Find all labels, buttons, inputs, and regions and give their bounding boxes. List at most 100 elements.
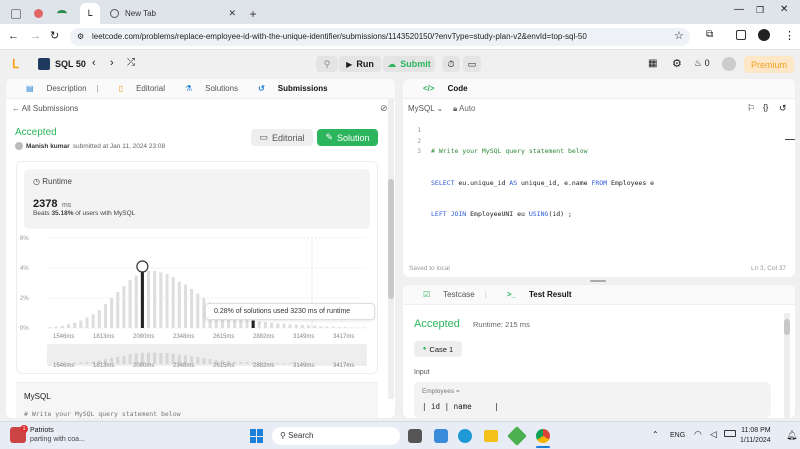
menu-kebab-icon[interactable]: ⋮ <box>784 29 795 42</box>
edge-icon[interactable] <box>458 429 472 443</box>
layout-grid-icon[interactable]: ▦ <box>648 58 657 69</box>
result-panel-tabs: ☑ Testcase | >_ Test Result <box>403 285 795 305</box>
tab-submissions[interactable]: ↺ Submissions <box>248 84 328 93</box>
restore-icon[interactable]: ❐ <box>756 5 764 16</box>
extensions-icon[interactable]: ⧉ <box>706 29 713 40</box>
prev-problem-icon[interactable]: ‹ <box>92 57 96 69</box>
tab-new-tab[interactable]: New Tab ✕ <box>102 3 242 24</box>
tab-description[interactable]: ▤ Description <box>16 84 87 93</box>
overview-x-tick-label: 2882ms <box>253 363 274 369</box>
code-line-2: SELECT eu.unique_id AS unique_id, e.name… <box>431 178 655 187</box>
chart-bar <box>183 284 187 328</box>
chart-bar <box>356 327 360 329</box>
app-icon[interactable] <box>507 426 527 446</box>
streak-counter[interactable]: ♨ 0 <box>694 58 710 69</box>
input-box: Employees = | id | name | <box>414 382 771 418</box>
site-info-icon[interactable]: ⚙ <box>77 28 84 46</box>
tab-leetcode[interactable]: ᒪ <box>80 3 100 24</box>
tab-editorial-link[interactable]: ▯ Editorial <box>109 84 165 93</box>
shuffle-icon[interactable]: ⤮ <box>127 57 135 68</box>
teams-icon[interactable] <box>434 429 448 443</box>
notification-bell-icon[interactable]: 🔔︎ <box>786 430 797 441</box>
tab-label: New Tab <box>125 9 156 18</box>
lock-icon: 🔒︎ <box>453 104 458 113</box>
timer-icon[interactable]: ⏱ <box>442 56 460 72</box>
chart-bar <box>190 289 194 328</box>
tray-chevron-icon[interactable]: ⌃ <box>652 430 659 439</box>
format-code-icon[interactable]: {} <box>763 103 768 112</box>
url-field[interactable]: ⚙ leetcode.com/problems/replace-employee… <box>70 28 690 46</box>
left-scrollbar[interactable] <box>388 99 394 399</box>
back-arrow-icon[interactable]: ← <box>8 30 19 42</box>
chart-bar <box>362 327 366 329</box>
close-window-icon[interactable]: ✕ <box>780 4 788 15</box>
run-button[interactable]: ▶ Run <box>339 56 381 72</box>
leetcode-logo-icon[interactable]: ᒪ <box>12 57 19 71</box>
task-view-icon[interactable] <box>408 429 422 443</box>
bookmark-star-icon[interactable]: ☆ <box>674 29 684 42</box>
study-plan-title[interactable]: SQL 50 <box>55 59 86 69</box>
tab-2[interactable] <box>28 3 48 24</box>
tab-solutions[interactable]: ⚗ Solutions <box>175 84 238 93</box>
chart-bar <box>165 274 169 328</box>
file-explorer-icon[interactable] <box>484 430 498 442</box>
windows-start-icon[interactable] <box>250 429 264 443</box>
battery-icon[interactable] <box>724 430 736 437</box>
editorial-button[interactable]: ▭ Editorial <box>251 129 313 146</box>
tab-test-result[interactable]: >_ Test Result <box>497 290 572 299</box>
overview-bar <box>85 361 89 364</box>
forward-arrow-icon[interactable]: → <box>30 30 41 42</box>
autocomplete-toggle[interactable]: 🔒︎ Auto <box>453 104 476 114</box>
submit-button[interactable]: ☁ Submit <box>383 56 435 72</box>
tab-code[interactable]: </> Code <box>413 84 468 93</box>
bookmark-icon[interactable]: ⚐ <box>747 103 755 114</box>
overview-bar <box>122 355 126 364</box>
tab-3[interactable] <box>52 3 72 24</box>
next-problem-icon[interactable]: › <box>110 57 114 69</box>
panel-resize-handle[interactable] <box>590 280 606 282</box>
tab-testcase[interactable]: ☑ Testcase <box>413 290 475 299</box>
minimize-icon[interactable]: — <box>734 4 744 15</box>
share-link-icon[interactable]: ⊘ <box>380 103 388 114</box>
notes-icon[interactable]: ▭ <box>463 56 481 72</box>
submitted-code-preview: # Write your MySQL query statement below <box>24 410 181 418</box>
input-table-name: Employees = <box>422 388 460 395</box>
close-tab-icon[interactable]: ✕ <box>228 8 236 19</box>
chart-bar <box>103 304 107 328</box>
language-select[interactable]: MySQL ⌄ <box>408 104 443 113</box>
result-scrollbar[interactable] <box>784 313 790 418</box>
reload-icon[interactable]: ↻ <box>50 29 59 42</box>
notification-badge: 1 <box>20 425 28 433</box>
runtime-summary[interactable] <box>24 169 370 229</box>
settings-gear-icon[interactable]: ⚙ <box>672 57 682 70</box>
profile-avatar[interactable] <box>758 29 770 41</box>
overview-x-tick-label: 1813ms <box>93 363 114 369</box>
wifi-icon[interactable]: ◠ <box>694 429 702 440</box>
debug-icon[interactable]: ⚲ <box>316 56 338 72</box>
username[interactable]: Manish kumar <box>26 143 70 150</box>
tab-1[interactable] <box>6 3 26 24</box>
tab-label: Editorial <box>136 84 165 93</box>
clock[interactable]: 11:08 PM 1/11/2024 <box>740 426 771 446</box>
tab-editorial[interactable]: | <box>97 84 99 93</box>
chart-bar <box>331 326 335 328</box>
y-tick-label: 0% <box>20 326 29 332</box>
all-submissions-link[interactable]: ← All Submissions <box>12 104 78 113</box>
news-widget[interactable]: Patriots parting with coa... <box>30 426 85 444</box>
taskbar-search[interactable]: ⚲ Search <box>272 427 400 445</box>
chrome-icon[interactable] <box>536 429 550 443</box>
volume-icon[interactable]: ◁ <box>710 429 717 440</box>
new-tab-button[interactable]: + <box>246 3 260 24</box>
case-1-tab[interactable]: ● Case 1 <box>414 341 462 357</box>
runtime-value: 2378 <box>33 198 58 210</box>
reset-code-icon[interactable]: ↺ <box>779 103 787 114</box>
test-result-label: Test Result <box>528 290 572 299</box>
solution-button[interactable]: ✎ Solution <box>317 129 378 146</box>
input-language[interactable]: ENG <box>670 432 685 439</box>
book-open-icon: ▭ <box>259 132 268 142</box>
sidebar-icon[interactable] <box>736 30 746 40</box>
user-avatar[interactable] <box>722 57 736 71</box>
code-panel-header: </> Code <box>403 79 795 99</box>
clock-icon: ◷ <box>33 177 40 186</box>
premium-button[interactable]: Premium <box>744 56 794 73</box>
